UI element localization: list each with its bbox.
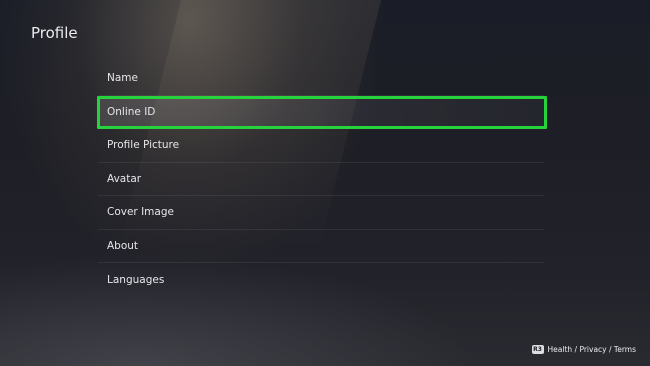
menu-item-label: Online ID <box>107 105 156 118</box>
menu-item-cover-image[interactable]: Cover Image <box>98 196 544 230</box>
menu-item-name[interactable]: Name <box>98 62 544 96</box>
menu-item-about[interactable]: About <box>98 230 544 263</box>
menu-item-languages[interactable]: Languages <box>98 263 544 297</box>
profile-screen: Profile Name Online ID Profile Picture A… <box>0 0 650 366</box>
menu-item-online-id[interactable]: Online ID <box>97 95 547 129</box>
menu-item-label: Name <box>107 72 138 85</box>
r3-button-icon: R3 <box>531 345 544 354</box>
menu-item-label: About <box>107 239 139 252</box>
menu-item-profile-picture[interactable]: Profile Picture <box>98 129 544 163</box>
menu-item-label: Avatar <box>107 172 142 185</box>
page-title: Profile <box>31 24 78 42</box>
menu-item-label: Languages <box>107 273 165 286</box>
selection-highlight <box>97 95 547 129</box>
menu-item-label: Profile Picture <box>107 139 180 152</box>
profile-menu: Name Online ID Profile Picture Avatar Co… <box>97 62 547 297</box>
health-privacy-terms-link[interactable]: Health / Privacy / Terms <box>548 345 636 354</box>
footer-links[interactable]: R3 Health / Privacy / Terms <box>531 345 636 354</box>
menu-item-label: Cover Image <box>107 206 174 219</box>
menu-item-avatar[interactable]: Avatar <box>98 163 544 196</box>
